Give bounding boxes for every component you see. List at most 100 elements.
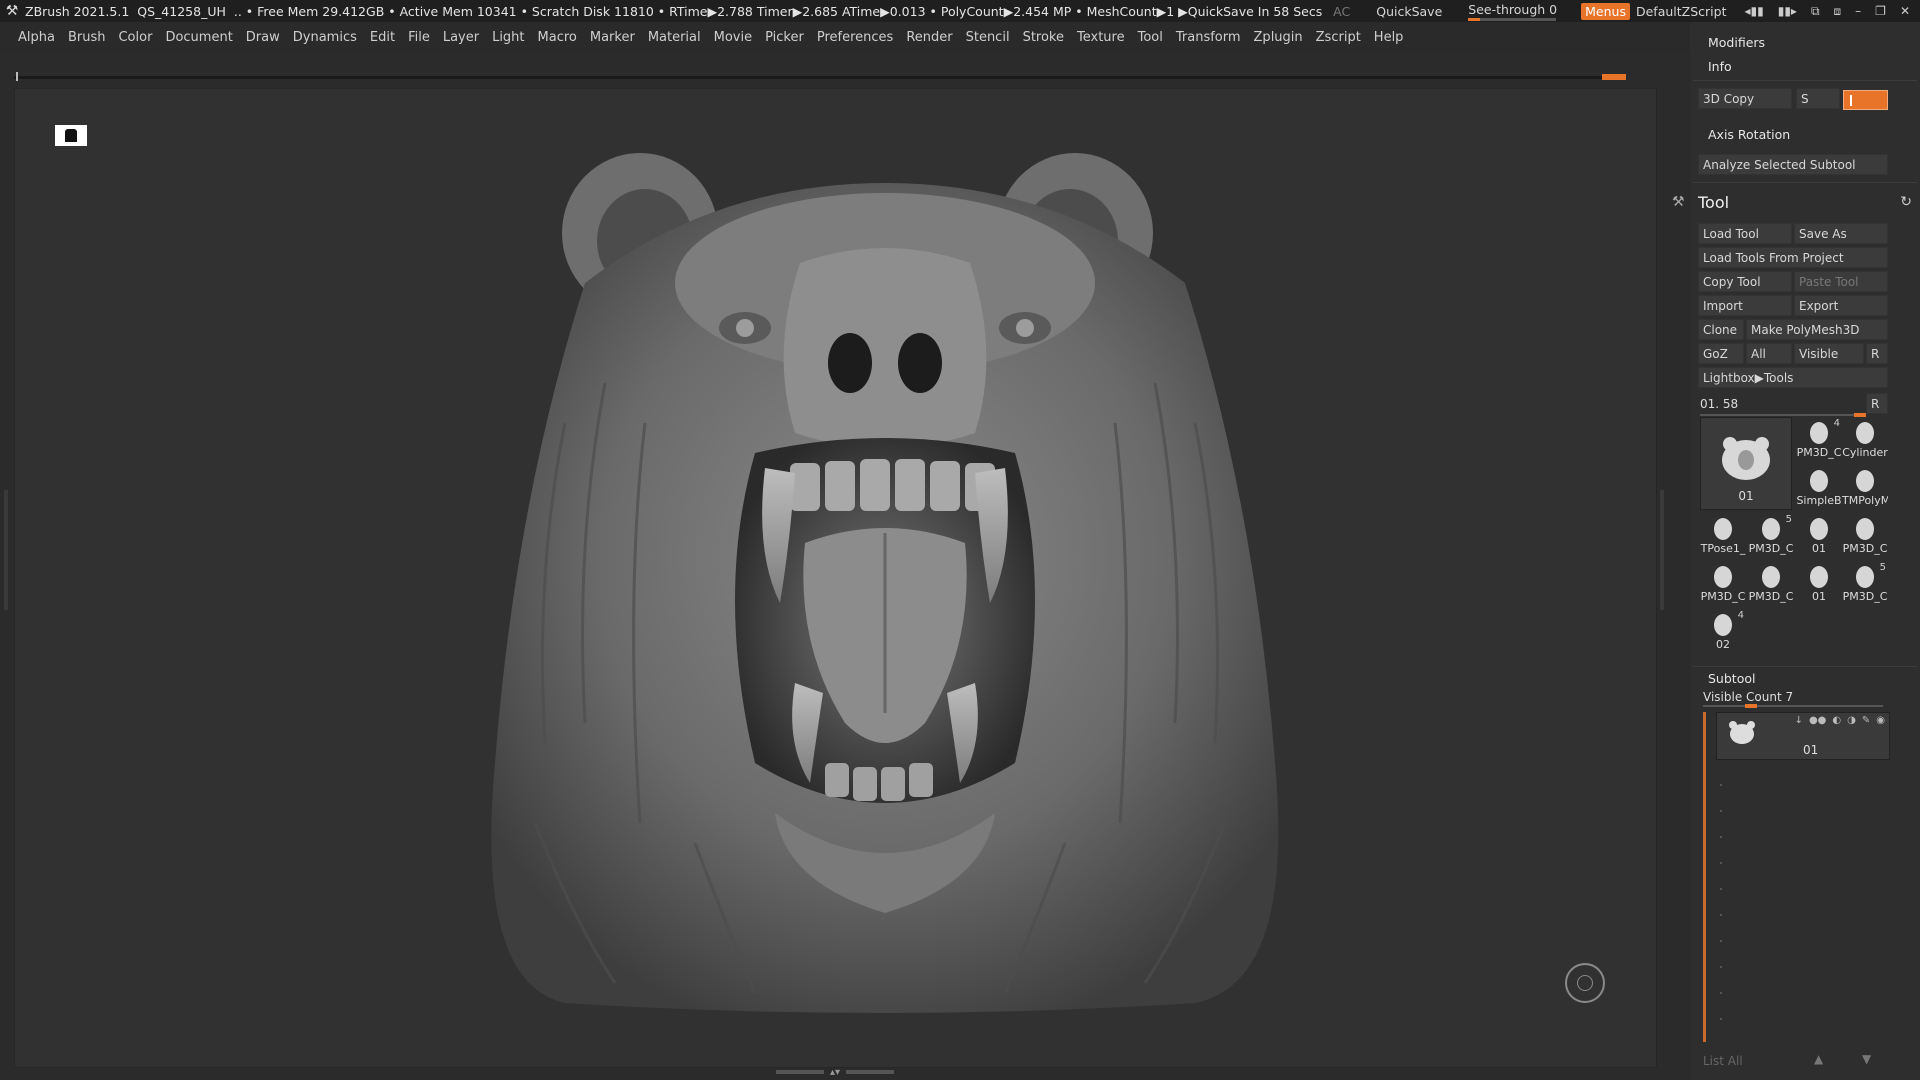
paste-tool-button[interactable]: Paste Tool xyxy=(1794,271,1888,292)
timeline-knob[interactable] xyxy=(1602,74,1626,80)
tool-thumbnail[interactable]: 01 xyxy=(1796,514,1842,560)
analyze-subtool-button[interactable]: Analyze Selected Subtool xyxy=(1698,154,1888,175)
current-tool-thumbnail[interactable]: 01 xyxy=(1700,417,1792,510)
load-tool-button[interactable]: Load Tool xyxy=(1698,223,1792,244)
s-button[interactable]: S xyxy=(1796,88,1840,109)
bottom-tray-handle[interactable]: ▴▾ xyxy=(770,1067,900,1078)
lightbox-tools-button[interactable]: Lightbox▶Tools xyxy=(1698,367,1888,388)
see-through-slider[interactable]: See-through 0 xyxy=(1468,2,1557,21)
subtool-polypaint-icon[interactable]: ●● xyxy=(1809,715,1826,726)
default-zscript-button[interactable]: DefaultZScript xyxy=(1636,4,1727,19)
subtool-scrollbar[interactable] xyxy=(1703,712,1706,1042)
goz-visible-button[interactable]: Visible xyxy=(1794,343,1864,364)
menu-layer[interactable]: Layer xyxy=(443,30,479,45)
goz-button[interactable]: GoZ xyxy=(1698,343,1744,364)
ac-toggle[interactable]: AC xyxy=(1333,4,1350,19)
import-button[interactable]: Import xyxy=(1698,295,1792,316)
menu-movie[interactable]: Movie xyxy=(714,30,752,45)
timeline[interactable] xyxy=(14,72,1626,82)
menu-edit[interactable]: Edit xyxy=(370,30,395,45)
text-input-field[interactable] xyxy=(1843,90,1888,110)
navigation-gizmo[interactable] xyxy=(1565,963,1605,1003)
menu-document[interactable]: Document xyxy=(165,30,232,45)
interface-right-icon[interactable]: ▮▮▸ xyxy=(1778,4,1797,19)
tool-thumbnail-icon xyxy=(1756,514,1786,542)
tool-thumbnail[interactable]: PM3D_C 4 xyxy=(1796,418,1842,464)
left-tray-handle[interactable] xyxy=(4,490,8,610)
tool-thumbnail[interactable]: 01 xyxy=(1796,562,1842,608)
layout-alt-icon[interactable]: ⧈ xyxy=(1834,4,1842,19)
menu-transform[interactable]: Transform xyxy=(1176,30,1241,45)
menu-picker[interactable]: Picker xyxy=(765,30,804,45)
tool-thumbnail[interactable]: TMPolyM xyxy=(1842,466,1888,512)
tool-thumbnail[interactable]: 02 4 xyxy=(1700,610,1746,656)
menu-zscript[interactable]: Zscript xyxy=(1316,30,1361,45)
clone-button[interactable]: Clone xyxy=(1698,319,1744,340)
menu-marker[interactable]: Marker xyxy=(590,30,635,45)
copy-tool-button[interactable]: Copy Tool xyxy=(1698,271,1792,292)
menu-brush[interactable]: Brush xyxy=(68,30,106,45)
subtool-dynamic-icon[interactable]: ◑ xyxy=(1847,715,1856,726)
visible-count-slider[interactable]: Visible Count 7 xyxy=(1703,690,1793,704)
tool-thumbnail[interactable]: SimpleB xyxy=(1796,466,1842,512)
visible-count-track[interactable] xyxy=(1703,704,1883,708)
info-header[interactable]: Info xyxy=(1708,59,1732,74)
quicksave-button[interactable]: QuickSave xyxy=(1376,4,1442,19)
tool-thumbnail[interactable]: PM3D_C xyxy=(1842,514,1888,560)
menu-material[interactable]: Material xyxy=(648,30,701,45)
tool-thumbnail[interactable]: Cylinder xyxy=(1842,418,1888,464)
menu-alpha[interactable]: Alpha xyxy=(18,30,55,45)
menu-texture[interactable]: Texture xyxy=(1077,30,1125,45)
menu-color[interactable]: Color xyxy=(118,30,152,45)
goz-all-button[interactable]: All xyxy=(1746,343,1792,364)
interface-left-icon[interactable]: ◂▮▮ xyxy=(1744,4,1763,19)
menu-tool[interactable]: Tool xyxy=(1138,30,1163,45)
document-canvas[interactable] xyxy=(14,88,1657,1068)
export-button[interactable]: Export xyxy=(1794,295,1888,316)
tool-thumbnail[interactable]: PM3D_C 5 xyxy=(1748,514,1794,560)
subtool-header[interactable]: Subtool xyxy=(1708,671,1755,686)
tool-slider-label: 01. 58 xyxy=(1700,397,1739,411)
layout-icon[interactable]: ⧉ xyxy=(1811,4,1820,19)
menu-help[interactable]: Help xyxy=(1374,30,1404,45)
minimize-icon[interactable]: – xyxy=(1855,4,1861,19)
save-as-button[interactable]: Save As xyxy=(1794,223,1888,244)
refresh-icon[interactable]: ↻ xyxy=(1900,194,1912,210)
menu-zplugin[interactable]: Zplugin xyxy=(1254,30,1303,45)
tool-thumbnail[interactable]: PM3D_C xyxy=(1700,562,1746,608)
tool-slider-r-button[interactable]: R xyxy=(1866,393,1888,414)
menu-preferences[interactable]: Preferences xyxy=(817,30,893,45)
tool-thumbnail[interactable]: PM3D_C 5 xyxy=(1842,562,1888,608)
tool-thumbnail[interactable]: TPose1_ xyxy=(1700,514,1746,560)
subtool-arrow-icon[interactable]: ↓ xyxy=(1795,715,1803,726)
right-tray-handle[interactable] xyxy=(1660,490,1664,610)
menus-button[interactable]: Menus xyxy=(1581,2,1630,20)
menu-stroke[interactable]: Stroke xyxy=(1023,30,1064,45)
axis-rotation-header[interactable]: Axis Rotation xyxy=(1708,127,1790,142)
subtool-item-01[interactable]: ↓ ●● ◐ ◑ ✎ ◉ 01 xyxy=(1716,712,1890,760)
subtool-mode-icon[interactable]: ◐ xyxy=(1832,715,1841,726)
menu-dynamics[interactable]: Dynamics xyxy=(293,30,357,45)
menu-light[interactable]: Light xyxy=(492,30,524,45)
menu-file[interactable]: File xyxy=(408,30,430,45)
list-all-button[interactable]: List All xyxy=(1703,1054,1743,1068)
tool-palette-header[interactable]: ⚒ Tool ↻ xyxy=(1672,190,1920,214)
menu-stencil[interactable]: Stencil xyxy=(966,30,1010,45)
goz-r-button[interactable]: R xyxy=(1866,343,1888,364)
see-through-label: See-through 0 xyxy=(1468,1,1558,17)
subtool-brush-icon[interactable]: ✎ xyxy=(1862,715,1870,726)
close-icon[interactable]: ✕ xyxy=(1900,4,1910,19)
subtool-up-icon[interactable]: ▲ xyxy=(1814,1052,1823,1066)
menu-render[interactable]: Render xyxy=(906,30,952,45)
subtool-down-icon[interactable]: ▼ xyxy=(1862,1052,1871,1066)
make-polymesh3d-button[interactable]: Make PolyMesh3D xyxy=(1746,319,1888,340)
subtool-visibility-icon[interactable]: ◉ xyxy=(1876,715,1885,726)
tool-slider[interactable]: 01. 58 xyxy=(1700,396,1866,418)
modifiers-header[interactable]: Modifiers xyxy=(1708,35,1765,50)
menu-macro[interactable]: Macro xyxy=(538,30,577,45)
3d-copy-button[interactable]: 3D Copy xyxy=(1698,88,1792,109)
tool-thumbnail[interactable]: PM3D_C xyxy=(1748,562,1794,608)
restore-icon[interactable]: ❐ xyxy=(1875,4,1886,19)
menu-draw[interactable]: Draw xyxy=(246,30,280,45)
load-tools-from-project-button[interactable]: Load Tools From Project xyxy=(1698,247,1888,268)
